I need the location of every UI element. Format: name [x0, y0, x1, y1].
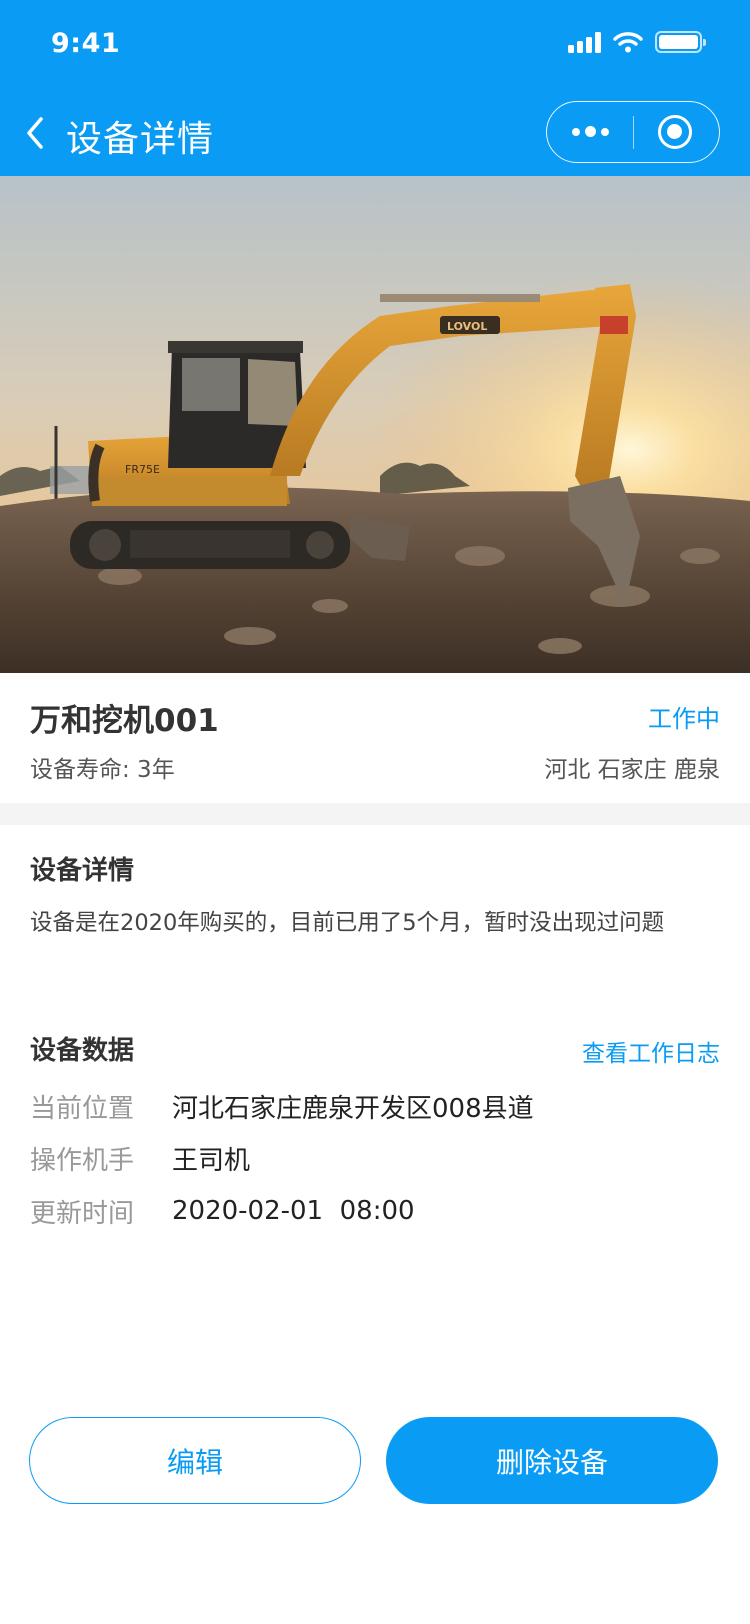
data-row-value: 2020-02-01 08:00: [172, 1196, 415, 1226]
mini-program-capsule: [546, 101, 720, 163]
data-section-title: 设备数据: [30, 1036, 135, 1066]
back-icon[interactable]: [24, 113, 50, 153]
details-text: 设备是在2020年购买的，目前已用了5个月，暂时没出现过问题: [30, 910, 665, 936]
data-row-value: 河北石家庄鹿泉开发区008县道: [172, 1093, 534, 1124]
device-region: 河北 石家庄 鹿泉: [544, 757, 720, 783]
data-row-location: 当前位置 河北石家庄鹿泉开发区008县道: [30, 1086, 534, 1126]
data-row-operator: 操作机手 王司机: [30, 1138, 250, 1178]
device-status-badge: 工作中: [648, 705, 720, 733]
close-target-icon[interactable]: [658, 115, 692, 149]
svg-text:LOVOL: LOVOL: [447, 320, 487, 333]
page-title: 设备详情: [66, 119, 215, 160]
more-icon[interactable]: [547, 102, 634, 161]
view-work-log-link[interactable]: 查看工作日志: [582, 1034, 720, 1068]
app-header: 9:41 设备详情: [0, 0, 750, 176]
wifi-icon: [613, 32, 643, 53]
device-name: 万和挖机001: [30, 703, 219, 739]
status-time: 9:41: [51, 28, 121, 59]
data-row-label: 操作机手: [30, 1145, 135, 1176]
data-row-label: 更新时间: [30, 1198, 135, 1229]
data-row-value: 王司机: [172, 1145, 251, 1176]
device-life: 设备寿命: 3年: [30, 757, 175, 783]
edit-button[interactable]: 编辑: [29, 1417, 361, 1504]
details-section-title: 设备详情: [30, 856, 135, 886]
capsule-divider: [633, 116, 634, 149]
delete-device-button[interactable]: 删除设备: [386, 1417, 718, 1504]
cellular-signal-icon: [568, 31, 601, 53]
data-row-update-time: 更新时间 2020-02-01 08:00: [30, 1191, 415, 1231]
data-row-label: 当前位置: [30, 1093, 135, 1124]
device-summary-card: 万和挖机001 工作中 设备寿命: 3年 河北 石家庄 鹿泉: [0, 673, 750, 803]
section-divider: [0, 803, 750, 825]
device-photo: FR75E LOVOL: [0, 176, 750, 673]
battery-icon: [655, 31, 706, 53]
svg-text:FR75E: FR75E: [125, 463, 160, 476]
status-icons: [568, 31, 706, 53]
